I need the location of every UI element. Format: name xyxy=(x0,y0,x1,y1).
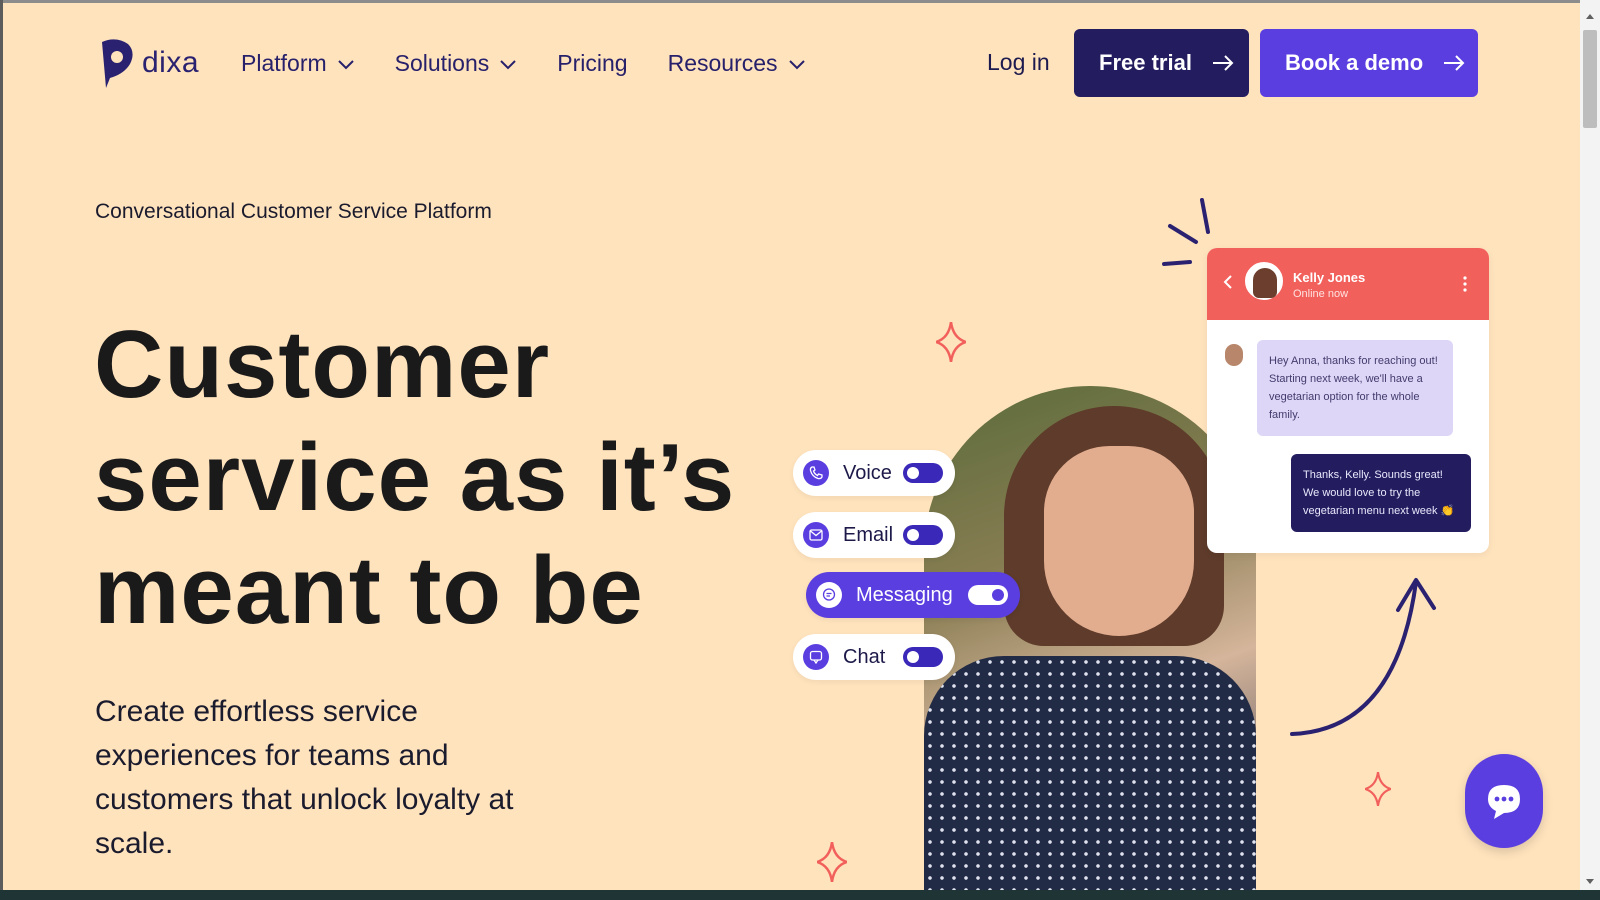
voice-toggle[interactable] xyxy=(903,463,943,483)
window-left-border xyxy=(0,0,3,900)
chevron-down-icon xyxy=(337,59,354,69)
nav-solutions[interactable]: Solutions xyxy=(395,50,518,77)
chat-icon xyxy=(803,644,829,670)
logo-wordmark: dixa xyxy=(142,46,200,79)
curved-arrow-decoration xyxy=(1290,578,1436,736)
channel-label: Messaging xyxy=(856,583,953,606)
taskbar-edge xyxy=(0,890,1600,900)
window-top-border xyxy=(0,0,1600,3)
sparkle-icon xyxy=(1365,772,1391,806)
channel-email[interactable]: Email xyxy=(793,512,955,558)
scrollbar-thumb[interactable] xyxy=(1583,30,1597,128)
main-nav: Platform Solutions Pricing Resources xyxy=(241,50,846,77)
channel-voice[interactable]: Voice xyxy=(793,450,955,496)
sparkle-icon xyxy=(817,842,847,882)
scroll-up-icon[interactable] xyxy=(1585,12,1595,20)
chevron-down-icon xyxy=(500,59,516,69)
arrow-right-icon xyxy=(1212,55,1234,71)
incoming-message: Hey Anna, thanks for reaching out! Start… xyxy=(1257,340,1453,436)
free-trial-label: Free trial xyxy=(1099,50,1192,75)
chat-launcher-button[interactable] xyxy=(1465,754,1543,848)
photo-shirt-pattern xyxy=(924,656,1256,900)
dixa-logo[interactable]: dixa xyxy=(96,38,199,88)
hero-subheadline: Create effortless service experiences fo… xyxy=(95,695,514,860)
free-trial-button[interactable]: Free trial xyxy=(1074,29,1249,97)
nav-solutions-label: Solutions xyxy=(394,50,490,76)
channel-label: Voice xyxy=(843,461,892,484)
more-options-icon[interactable] xyxy=(1463,276,1467,292)
outgoing-message: Thanks, Kelly. Sounds great! We would lo… xyxy=(1291,454,1471,532)
nav-pricing[interactable]: Pricing xyxy=(557,50,627,77)
burst-lines-decoration xyxy=(1162,198,1210,266)
hero-headline: Customer service as it’s meant to be xyxy=(94,311,736,644)
message-avatar xyxy=(1225,344,1243,366)
contact-status: Online now xyxy=(1293,288,1349,300)
chat-toggle[interactable] xyxy=(903,647,943,667)
phone-icon xyxy=(803,460,829,486)
nav-resources[interactable]: Resources xyxy=(668,50,806,77)
nav-platform-label: Platform xyxy=(241,50,327,76)
arrow-right-icon xyxy=(1444,55,1465,71)
scroll-down-icon[interactable] xyxy=(1585,878,1595,886)
login-link[interactable]: Log in xyxy=(987,49,1050,76)
channel-chat[interactable]: Chat xyxy=(793,634,955,680)
chat-header: Kelly Jones Online now xyxy=(1207,248,1489,320)
nav-platform[interactable]: Platform xyxy=(241,50,355,77)
dixa-logo-icon xyxy=(102,39,133,88)
channel-messaging[interactable]: Messaging xyxy=(806,572,1020,618)
page-scrollbar[interactable] xyxy=(1580,0,1600,900)
book-demo-button[interactable]: Book a demo xyxy=(1260,29,1478,97)
photo-face xyxy=(1044,446,1194,636)
mail-icon xyxy=(803,522,829,548)
chat-bubble-icon xyxy=(1488,785,1520,819)
channel-label: Chat xyxy=(843,645,886,668)
hero-eyebrow: Conversational Customer Service Platform xyxy=(95,200,492,223)
channel-label: Email xyxy=(843,523,894,546)
sparkle-icon xyxy=(936,322,966,362)
book-demo-label: Book a demo xyxy=(1285,50,1424,75)
contact-name: Kelly Jones xyxy=(1293,270,1366,285)
chevron-down-icon xyxy=(788,59,805,69)
email-toggle[interactable] xyxy=(903,525,943,545)
avatar xyxy=(1245,262,1283,300)
nav-resources-label: Resources xyxy=(667,50,778,76)
messaging-toggle[interactable] xyxy=(968,585,1008,605)
nav-pricing-label: Pricing xyxy=(557,50,628,76)
message-icon xyxy=(816,582,842,608)
chevron-left-icon[interactable] xyxy=(1223,274,1233,290)
chat-preview-card: Kelly Jones Online now Hey Anna, thanks … xyxy=(1207,248,1489,553)
